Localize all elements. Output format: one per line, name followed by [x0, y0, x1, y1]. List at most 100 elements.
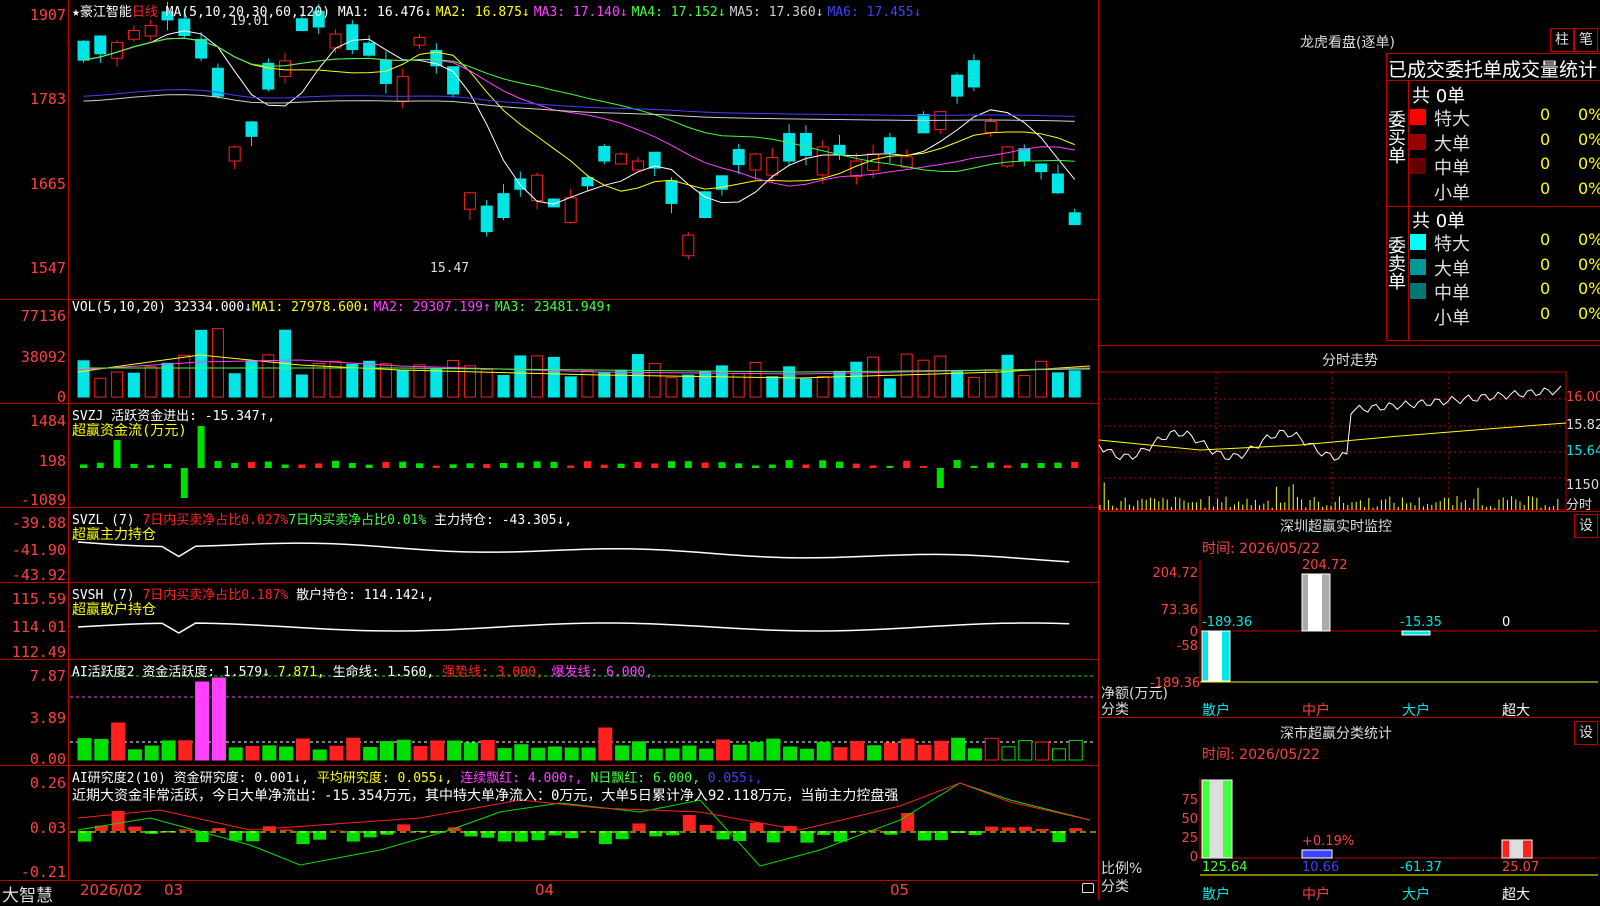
fund-flow-bar: [500, 463, 507, 468]
activity-bar: [212, 678, 225, 760]
class-val-mid: 10.66: [1302, 860, 1339, 875]
activity-bar: [515, 745, 528, 760]
candle-body: [112, 43, 123, 59]
monitor-val-super: 0: [1502, 615, 1510, 630]
activity-bar: [78, 739, 91, 760]
class-cat-mid: 中户: [1302, 884, 1330, 904]
tick-view-button[interactable]: 笔: [1574, 28, 1598, 52]
ai2-note: 近期大资金非常活跃，今日大单净流出：-15.354万元，其中特大单净流入：0万元…: [72, 785, 898, 805]
ma-legend-item-1: MA1: 16.476↓: [338, 5, 432, 20]
main-header: ★豪江智能日线 MA(5,10,20,30,60,120) MA1: 16.47…: [72, 1, 925, 20]
fund-flow-bar: [718, 462, 725, 468]
fund-flow-bar: [315, 463, 322, 468]
fund-flow-bar: [1021, 463, 1028, 468]
fund-flow-bar: [416, 463, 423, 468]
date-label-apr: 04: [535, 881, 554, 899]
volume-bar: [666, 378, 677, 397]
svzl-a: 7日内买卖净占比0.027%: [142, 513, 288, 528]
activity-bar: [464, 743, 477, 760]
activity-bar: [649, 749, 662, 760]
volume-bar: [700, 371, 711, 397]
sell-order-count: 0: [1540, 230, 1550, 249]
candle-body: [145, 26, 156, 36]
bar-view-button[interactable]: 柱: [1550, 28, 1574, 52]
vol-value: 32334.000↓: [174, 300, 252, 315]
stats-top-border: [1386, 53, 1600, 54]
buy-order-count: 0: [1540, 105, 1550, 124]
activity-bar: [380, 742, 393, 760]
fund-flow-bar: [248, 462, 255, 468]
intraday-top-border: [1099, 345, 1600, 346]
candle-body: [851, 161, 862, 176]
volume-bar: [918, 360, 929, 397]
main-position-line: [78, 542, 1069, 562]
activity-bar: [767, 739, 780, 760]
activity-bar: [750, 742, 763, 760]
candle-body: [733, 150, 744, 165]
fund-flow-bar: [954, 460, 961, 468]
intraday-title: 分时走势: [1322, 350, 1378, 370]
research-bar: [296, 831, 309, 844]
sell-order-count: 0: [1540, 255, 1550, 274]
buy-order-count: 0: [1540, 179, 1550, 198]
activity-bar: [263, 746, 276, 760]
activity-bar: [834, 748, 847, 760]
stock-name[interactable]: ★豪江智能: [72, 5, 132, 20]
sell-order-swatch: [1410, 308, 1426, 324]
candle-body: [296, 19, 307, 31]
activity-bar: [112, 723, 125, 760]
volume-bar: [800, 379, 811, 397]
class-axis-75: 75: [1168, 793, 1198, 808]
volume-bar: [784, 367, 795, 397]
activity-bar: [347, 738, 360, 760]
fund-flow-bar: [97, 463, 104, 468]
class-settings-button[interactable]: 设: [1574, 721, 1598, 745]
ai1-axis-mid: 3.89: [30, 709, 66, 727]
app-logo: 大智慧: [2, 881, 53, 906]
monitor-settings-button[interactable]: 设: [1574, 514, 1598, 538]
fund-flow-bar: [920, 466, 927, 468]
volume-bar: [414, 365, 425, 397]
main-axis-1783: 1783: [30, 90, 66, 108]
research-bar: [1069, 828, 1082, 831]
svzl-b: 7日内买卖净占比0.01%: [288, 513, 426, 528]
research-bar: [498, 831, 511, 841]
candle-body: [179, 19, 190, 35]
volume-bar: [179, 355, 190, 397]
ai1-d: 强势线: 3.000,: [442, 665, 544, 680]
svsh-a: 7日内买卖净占比0.187%: [142, 588, 288, 603]
monitor-unit2: 分类: [1101, 699, 1129, 719]
activity-bar: [128, 750, 141, 760]
stats-title-border: [1386, 80, 1600, 81]
candle-body: [1036, 164, 1047, 172]
volume-bar: [683, 375, 694, 397]
fund-flow-bar: [466, 463, 473, 468]
research-bar: [347, 831, 360, 842]
candle-body: [784, 134, 795, 162]
svzl-sub: 超赢主力持仓: [72, 524, 156, 544]
fund-flow-bar: [584, 461, 591, 468]
lock-icon[interactable]: [1082, 883, 1094, 893]
stats-bottom-border: [1386, 340, 1600, 341]
candle-body: [968, 61, 979, 87]
class-unit1: 比例%: [1101, 858, 1142, 878]
fund-flow-bar: [214, 461, 221, 468]
class-title: 深市超赢分类统计: [1280, 723, 1392, 743]
fund-flow-bar: [80, 464, 87, 468]
fund-flow-bar: [618, 464, 625, 468]
volume-bar: [464, 366, 475, 397]
volume-bar: [817, 377, 828, 397]
fund-flow-bar: [1071, 462, 1078, 468]
monitor-time: 时间: 2026/05/22: [1202, 538, 1320, 558]
main-axis-1665: 1665: [30, 175, 66, 193]
ai2-a: 资金研究度: 0.001↓,: [174, 771, 309, 786]
research-bar: [78, 831, 91, 842]
buy-order-count: 0: [1540, 130, 1550, 149]
period-label[interactable]: 日线: [132, 5, 158, 20]
fund-flow-bar: [836, 462, 843, 468]
fund-flow-bar: [282, 464, 289, 468]
fund-flow-bar: [450, 464, 457, 468]
fund-flow-bar: [181, 468, 188, 498]
candle-body: [666, 181, 677, 204]
ma-legend-item-3: MA3: 17.140↓: [534, 5, 628, 20]
